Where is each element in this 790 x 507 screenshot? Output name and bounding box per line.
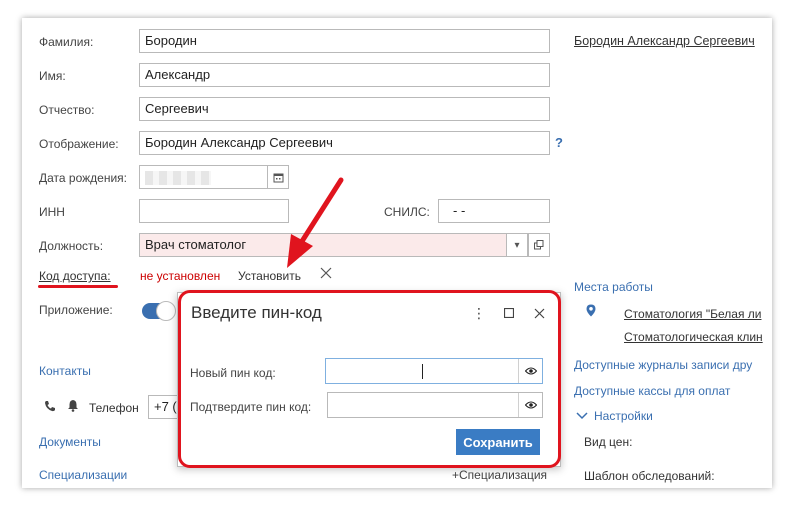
documents-section[interactable]: Документы: [39, 435, 101, 449]
inn-label: ИНН: [39, 205, 65, 219]
settings-section[interactable]: Настройки: [594, 409, 653, 423]
access-code-label: Код доступа:: [39, 269, 111, 283]
inn-input[interactable]: [139, 199, 289, 223]
snils-label: СНИЛС:: [384, 205, 430, 219]
show-new-pin-button[interactable]: [518, 359, 542, 383]
workplace-link-2[interactable]: Стоматологическая клин: [624, 330, 763, 344]
pin-code-dialog: Введите пин-код ⋮ Новый пин код: Подтвер…: [177, 292, 561, 467]
help-icon[interactable]: ?: [555, 135, 563, 150]
workplace-link-1[interactable]: Стоматология "Белая ли: [624, 307, 761, 321]
confirm-pin-label: Подтвердите пин код:: [190, 400, 312, 414]
birthdate-input[interactable]: [139, 165, 269, 189]
position-dropdown-button[interactable]: ▾: [506, 233, 528, 257]
access-code-status: не установлен: [140, 269, 221, 283]
maximize-icon[interactable]: [501, 305, 517, 321]
cashboxes-section[interactable]: Доступные кассы для оплат: [574, 384, 730, 398]
dropdown-arrow-icon: ▾: [514, 239, 520, 251]
journals-section[interactable]: Доступные журналы записи дру: [574, 358, 752, 372]
workplaces-section[interactable]: Места работы: [574, 280, 653, 294]
display-input[interactable]: Бородин Александр Сергеевич: [139, 131, 550, 155]
new-pin-input[interactable]: [325, 358, 543, 384]
text-cursor: [422, 364, 423, 379]
specializations-section[interactable]: Специализации: [39, 468, 127, 482]
display-label: Отображение:: [39, 137, 119, 151]
phone-icon: [44, 400, 56, 415]
position-open-button[interactable]: [528, 233, 550, 257]
access-code-highlight: [38, 285, 118, 288]
fullname-link[interactable]: Бородин Александр Сергеевич: [574, 34, 755, 48]
lastname-input[interactable]: Бородин: [139, 29, 550, 53]
more-menu-icon[interactable]: ⋮: [471, 305, 487, 321]
blurred-date: [145, 170, 211, 185]
add-specialization-link[interactable]: +Специализация: [452, 468, 547, 482]
save-button[interactable]: Сохранить: [456, 429, 540, 455]
patronymic-input[interactable]: Сергеевич: [139, 97, 550, 121]
position-label: Должность:: [39, 239, 104, 253]
snils-input[interactable]: - -: [438, 199, 550, 223]
app-toggle[interactable]: [142, 301, 176, 321]
location-pin-icon: [586, 304, 596, 320]
new-pin-label: Новый пин код:: [190, 366, 276, 380]
birthdate-label: Дата рождения:: [39, 171, 127, 185]
dialog-title: Введите пин-код: [191, 303, 322, 322]
red-arrow-annotation: [287, 177, 344, 268]
firstname-input[interactable]: Александр: [139, 63, 550, 87]
app-label: Приложение:: [39, 303, 113, 317]
eye-icon: [524, 367, 537, 375]
open-window-icon: [534, 240, 544, 250]
bell-icon: [67, 399, 79, 415]
contacts-section[interactable]: Контакты: [39, 364, 91, 378]
show-confirm-pin-button[interactable]: [518, 393, 542, 417]
toggle-knob: [156, 301, 176, 321]
exam-template-label: Шаблон обследований:: [584, 469, 715, 483]
confirm-pin-input[interactable]: [327, 392, 543, 418]
price-type-label: Вид цен:: [584, 435, 633, 449]
close-icon[interactable]: [531, 305, 547, 321]
chevron-down-icon[interactable]: [576, 410, 588, 424]
eye-icon: [524, 401, 537, 409]
firstname-label: Имя:: [39, 69, 66, 83]
lastname-label: Фамилия:: [39, 35, 94, 49]
patronymic-label: Отчество:: [39, 103, 95, 117]
employee-form-window: Фамилия: Бородин Имя: Александр Отчество…: [22, 18, 772, 488]
phone-label: Телефон: [89, 401, 139, 415]
